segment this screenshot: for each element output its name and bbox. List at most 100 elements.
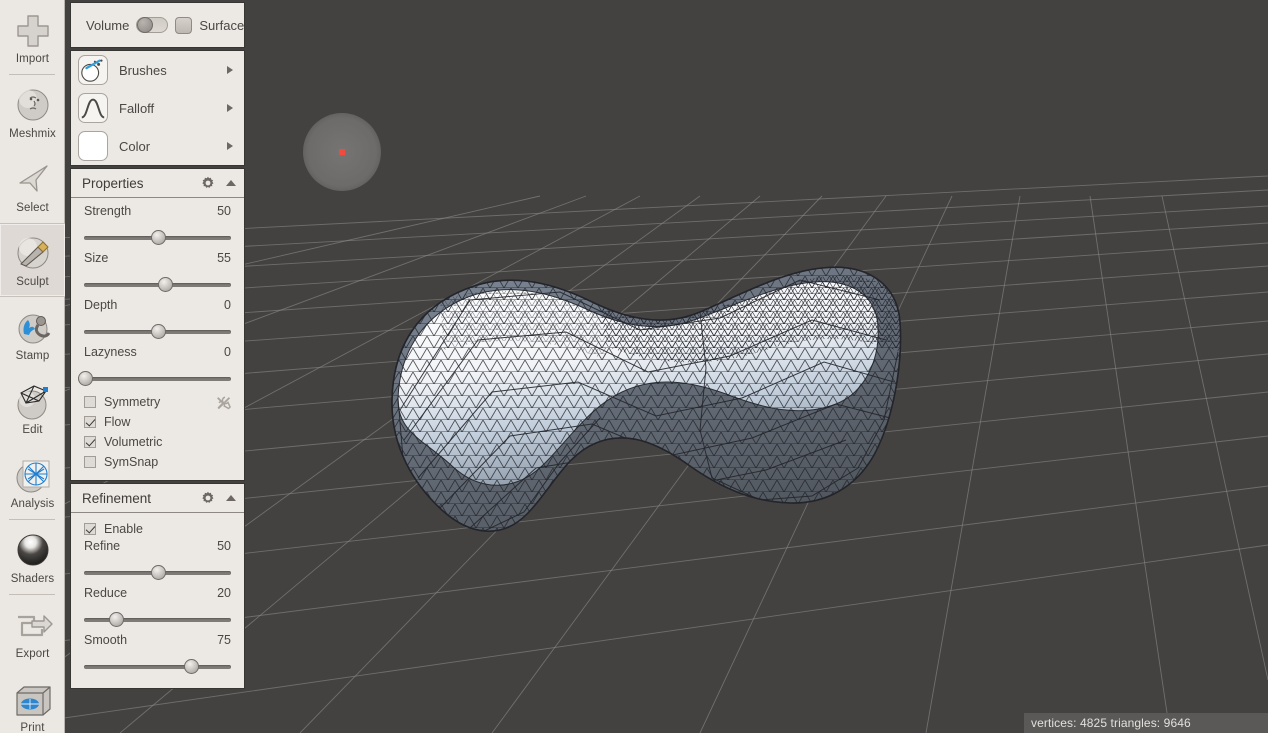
slider-track[interactable] (84, 607, 231, 633)
status-bar: vertices: 4825 triangles: 9646 (1024, 713, 1268, 733)
rail-item-edit[interactable]: Edit (0, 371, 65, 445)
slider-handle[interactable] (78, 371, 94, 386)
row-label: Brushes (119, 62, 167, 78)
slider-value: 50 (217, 539, 231, 553)
rail-item-analysis[interactable]: Analysis (0, 445, 65, 519)
slider-track[interactable] (84, 654, 231, 680)
slider-track[interactable] (84, 560, 231, 586)
slider-handle[interactable] (150, 230, 166, 245)
stamp-icon (18, 314, 50, 343)
rail-label: Stamp (15, 349, 50, 362)
checkbox-label: Flow (104, 415, 131, 429)
gear-icon[interactable] (201, 491, 215, 505)
gear-icon[interactable] (201, 176, 215, 190)
falloff-curve-icon (78, 93, 108, 123)
slider-reduce[interactable]: Reduce 20 (71, 586, 244, 633)
collapse-icon[interactable] (226, 180, 236, 186)
row-falloff[interactable]: Falloff (71, 89, 244, 127)
brush-preview-icon (78, 55, 108, 85)
checkbox-label: Enable (104, 522, 143, 536)
volume-surface-bar: Volume Surface (71, 3, 244, 47)
slider-value: 50 (217, 204, 231, 218)
rail-label: Shaders (10, 572, 55, 585)
rail-label: Sculpt (16, 275, 49, 288)
checkbox-label: SymSnap (104, 455, 159, 469)
wrench-icon[interactable] (216, 395, 231, 410)
row-label: Falloff (119, 100, 155, 116)
slider-value: 75 (217, 633, 231, 647)
rail-item-stamp[interactable]: Stamp (0, 297, 65, 371)
slider-label: Size (84, 251, 109, 265)
slider-handle[interactable] (150, 324, 166, 339)
rail-item-export[interactable]: Export (0, 595, 65, 669)
slider-depth[interactable]: Depth 0 (71, 298, 244, 345)
tool-rows-panel: Brushes Falloff Color (70, 50, 245, 166)
row-brushes[interactable]: Brushes (71, 51, 244, 89)
application-window: vertices: 4825 triangles: 9646 Import Me… (0, 0, 1268, 733)
slider-value: 0 (224, 345, 231, 359)
checkbox-box[interactable] (84, 436, 96, 448)
toggle-knob (137, 17, 154, 33)
face-sphere-icon (17, 89, 48, 120)
slider-track[interactable] (84, 272, 231, 298)
slider-label: Reduce (84, 586, 128, 600)
checkbox-enable[interactable]: Enable (71, 519, 244, 539)
rail-item-sculpt[interactable]: Sculpt (0, 223, 65, 297)
checkbox-box[interactable] (84, 523, 96, 535)
sculpt-mesh (391, 266, 902, 533)
collapse-icon[interactable] (226, 495, 236, 501)
slider-track[interactable] (84, 319, 231, 345)
analysis-icon (16, 460, 49, 492)
checkbox-label: Volumetric (104, 435, 163, 449)
slider-track[interactable] (84, 225, 231, 251)
volume-surface-toggle[interactable] (136, 17, 169, 33)
refinement-header: Refinement (71, 484, 244, 513)
checkbox-volumetric[interactable]: Volumetric (71, 432, 244, 452)
slider-value: 20 (217, 586, 231, 600)
track-line (84, 665, 231, 669)
cursor-arrow-icon (18, 164, 48, 192)
rail-item-shaders[interactable]: Shaders (0, 520, 65, 594)
checkbox-box[interactable] (84, 456, 96, 468)
slider-refine[interactable]: Refine 50 (71, 539, 244, 586)
slider-label: Strength (84, 204, 132, 218)
slider-smooth[interactable]: Smooth 75 (71, 633, 244, 680)
slider-handle[interactable] (109, 612, 125, 627)
panel-title: Properties (82, 175, 144, 191)
track-line (84, 377, 231, 381)
row-label: Color (119, 138, 151, 154)
checkbox-box[interactable] (84, 396, 96, 408)
rail-item-print[interactable]: Print (0, 669, 65, 733)
rail-item-meshmix[interactable]: Meshmix (0, 75, 65, 149)
properties-body: Strength 50 Size 55 Depth 0 Lazyness 0 S… (71, 198, 244, 480)
mode-panel: Volume Surface (70, 2, 245, 48)
rail-item-select[interactable]: Select (0, 149, 65, 223)
checkbox-symsnap[interactable]: SymSnap (71, 452, 244, 472)
row-color[interactable]: Color (71, 127, 244, 165)
chevron-right-icon (227, 104, 233, 112)
edit-mesh-icon (17, 384, 48, 419)
rail-label: Print (20, 721, 45, 733)
chevron-right-icon (227, 142, 233, 150)
slider-track[interactable] (78, 366, 231, 392)
checkbox-symmetry[interactable]: Symmetry (71, 392, 244, 412)
volume-label: Volume (86, 17, 130, 33)
slider-strength[interactable]: Strength 50 (71, 204, 244, 251)
slider-handle[interactable] (150, 565, 166, 580)
slider-size[interactable]: Size 55 (71, 251, 244, 298)
properties-header: Properties (71, 169, 244, 198)
slider-handle[interactable] (184, 659, 200, 674)
checkbox-box[interactable] (84, 416, 96, 428)
rail-label: Export (15, 647, 50, 660)
checkbox-label: Symmetry (104, 395, 161, 409)
checkbox-flow[interactable]: Flow (71, 412, 244, 432)
slider-handle[interactable] (157, 277, 173, 292)
surface-label: Surface (199, 17, 245, 33)
track-line (84, 618, 231, 622)
rail-item-import[interactable]: Import (0, 0, 65, 74)
brush-sphere-icon (17, 237, 49, 268)
printer-icon (15, 685, 51, 716)
slider-lazyness[interactable]: Lazyness 0 (71, 345, 244, 392)
export-icon (17, 614, 53, 636)
panel-title: Refinement (82, 490, 152, 506)
